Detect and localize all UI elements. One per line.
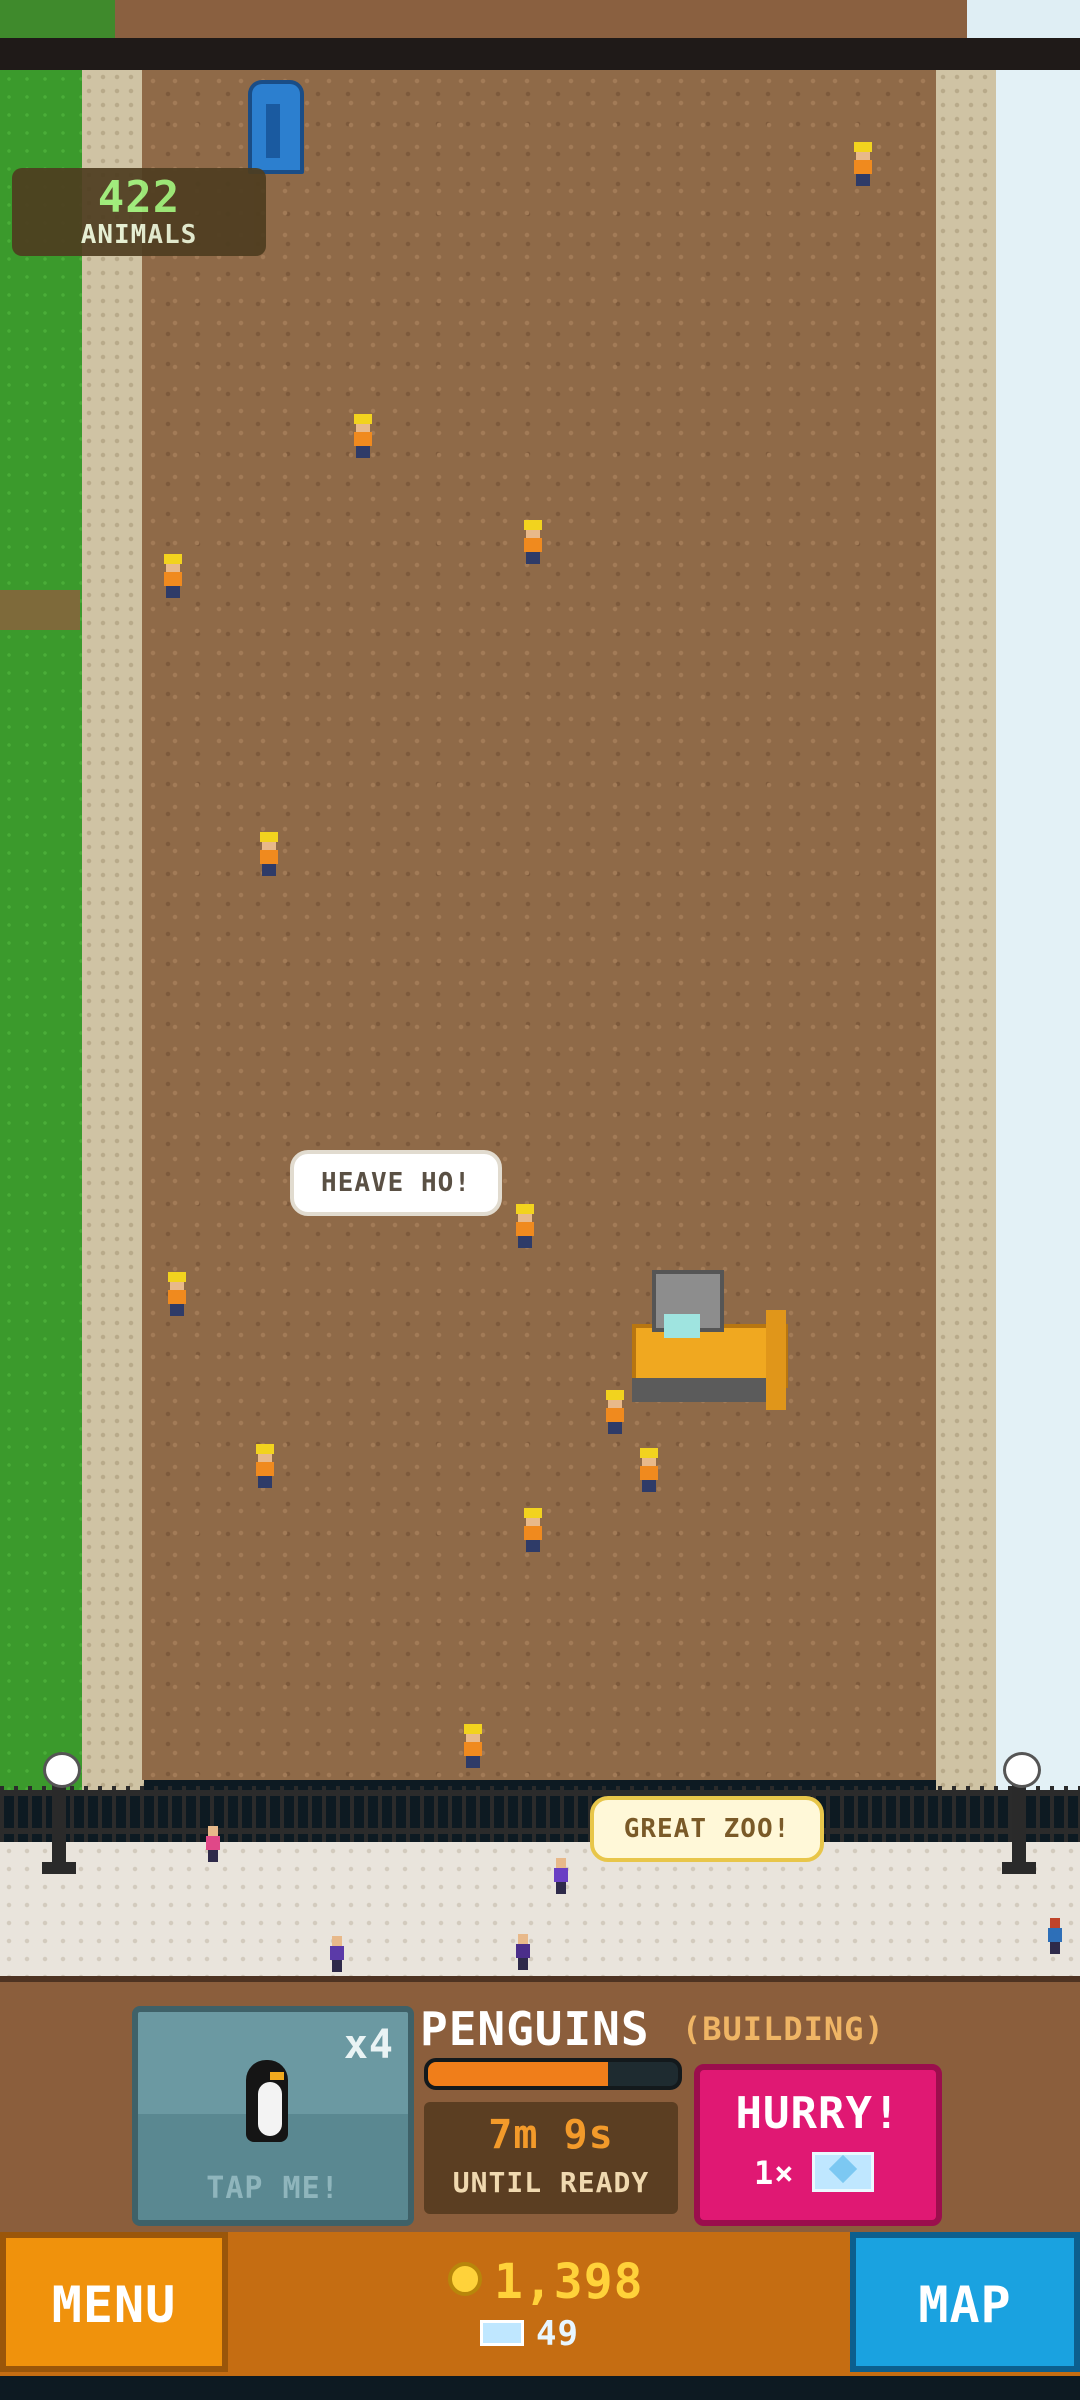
menu-button[interactable]: MENU <box>0 2232 228 2372</box>
visitor[interactable] <box>330 1936 344 1972</box>
gem-icon <box>812 2152 874 2192</box>
animals-label: ANIMALS <box>80 220 198 250</box>
grass-area <box>0 70 88 1790</box>
exhibit-name: PENGUINS <box>420 2002 650 2056</box>
exhibit-state: (BUILDING) <box>682 2010 885 2048</box>
speech-bubble-worker: HEAVE HO! <box>290 1150 502 1216</box>
worker[interactable] <box>352 414 374 458</box>
street-lamp <box>42 1752 81 1874</box>
map-label: MAP <box>918 2276 1012 2334</box>
animals-counter[interactable]: 422 ANIMALS <box>12 168 266 256</box>
portable-toilet <box>248 80 304 174</box>
menu-label: MENU <box>51 2276 177 2334</box>
street-lamp <box>1002 1752 1041 1874</box>
worker[interactable] <box>638 1448 660 1492</box>
worker[interactable] <box>604 1390 626 1434</box>
snow-area <box>996 70 1080 1790</box>
coin-icon <box>448 2262 482 2296</box>
exhibit-multiplier: x4 <box>343 2022 394 2068</box>
hurry-button[interactable]: HURRY! 1× <box>694 2064 942 2226</box>
penguin-icon <box>242 2060 292 2142</box>
dirt-patch <box>0 590 80 630</box>
worker[interactable] <box>166 1272 188 1316</box>
visitor[interactable] <box>206 1826 220 1862</box>
visitor[interactable] <box>554 1858 568 1894</box>
coin-balance: 1,398 <box>494 2254 644 2310</box>
worker[interactable] <box>258 832 280 876</box>
animals-count: 422 <box>97 172 181 223</box>
fence-rail-bottom <box>0 1828 1080 1834</box>
worker[interactable] <box>852 142 874 186</box>
build-progress-bar <box>424 2058 682 2090</box>
sidewalk <box>0 1842 1080 1976</box>
gravel-path-left <box>82 70 144 1790</box>
status-strip <box>0 0 1080 38</box>
visitor[interactable] <box>1048 1918 1062 1954</box>
gem-balance: 49 <box>536 2314 579 2354</box>
tap-me-card[interactable]: x4 TAP ME! <box>132 2006 414 2226</box>
worker[interactable] <box>522 1508 544 1552</box>
speech-bubble-visitor: GREAT ZOO! <box>590 1796 824 1862</box>
hurry-label: HURRY! <box>735 2088 901 2139</box>
tap-me-label: TAP ME! <box>206 2171 340 2206</box>
bottom-edge <box>0 2376 1080 2400</box>
worker[interactable] <box>514 1204 536 1248</box>
gravel-path-right <box>936 70 998 1790</box>
worker[interactable] <box>522 520 544 564</box>
fence-rail-top <box>0 1790 1080 1796</box>
gem-icon <box>480 2320 524 2346</box>
worker[interactable] <box>162 554 184 598</box>
timer-label: UNTIL READY <box>452 2166 650 2199</box>
top-shadow <box>0 38 1080 70</box>
worker[interactable] <box>254 1444 276 1488</box>
map-button[interactable]: MAP <box>850 2232 1080 2372</box>
worker[interactable] <box>462 1724 484 1768</box>
bulldozer[interactable] <box>628 1270 790 1418</box>
visitor[interactable] <box>516 1934 530 1970</box>
hurry-cost: 1× <box>754 2154 795 2192</box>
timer-box: 7m 9s UNTIL READY <box>424 2102 678 2214</box>
timer-value: 7m 9s <box>488 2112 614 2158</box>
build-progress-fill <box>428 2062 608 2086</box>
